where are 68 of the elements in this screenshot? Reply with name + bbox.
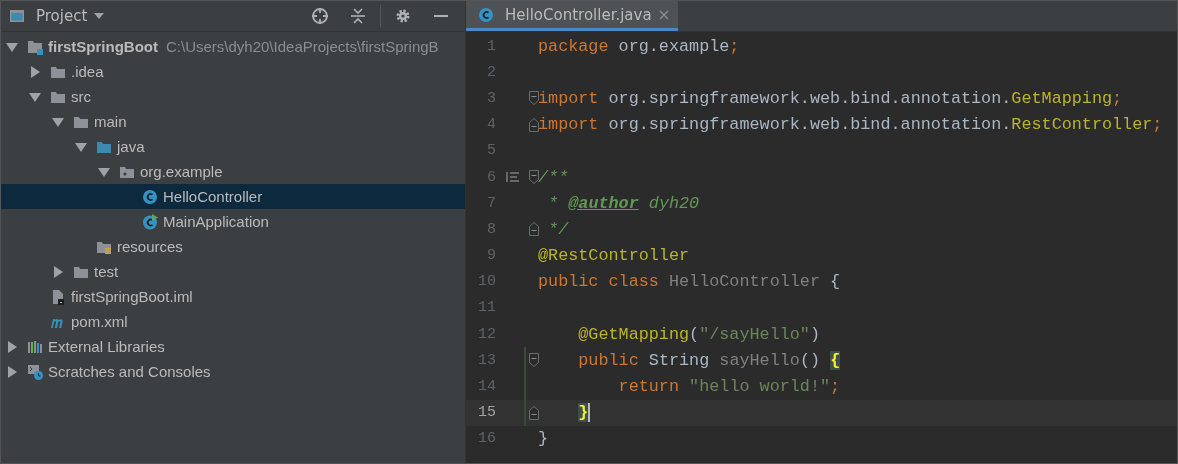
line-number: 16 [477,430,496,448]
dropdown-caret-icon[interactable] [93,12,106,20]
fold-icon[interactable] [529,222,539,237]
tree-item[interactable]: main [1,109,465,134]
tree-item[interactable]: firstSpringBoot.iml [1,284,465,309]
line-number: 13 [477,351,496,369]
code-line: @RestController [538,246,690,266]
collapsed-arrow-icon[interactable] [28,64,42,79]
fold-icon[interactable] [529,117,539,132]
scratches-icon [27,363,43,380]
tree-item[interactable]: resources [1,234,465,259]
panel-title[interactable]: Project [36,7,88,25]
close-icon[interactable] [657,8,670,21]
code-line: import org.springframework.web.bind.annotation.GetMapping; [538,88,1123,108]
code-line: return "hello world!"; [617,377,841,397]
code-line: } [538,429,549,449]
fold-icon[interactable] [529,170,539,185]
line-number: 8 [486,220,496,238]
line-number: 12 [477,325,496,343]
code-line: import org.springframework.web.bind.annotation.RestController; [538,115,1163,135]
fold-icon[interactable] [529,405,539,420]
tree-item[interactable]: Scratches and Consoles [1,359,465,384]
collapsed-arrow-icon[interactable] [5,339,19,354]
line-number: 7 [486,194,496,212]
fold-icon[interactable] [529,353,539,368]
tree-item[interactable]: firstSpringBoot C:\Users\dyh20\IdeaProjects\firstSpringB [1,34,465,59]
libraries-icon [27,338,43,355]
class-icon [478,6,494,23]
file-icon [50,288,66,305]
code-line: * @author dyh20 [547,193,700,213]
collapse-all-icon[interactable] [349,7,367,25]
code-line: @GetMapping("/sayHello") [577,324,820,344]
line-number: 5 [486,142,496,160]
line-number: 3 [486,89,496,107]
render-doc-icon[interactable] [506,171,520,184]
collapsed-arrow-icon[interactable] [51,264,65,279]
code-line: public class HelloController { [538,272,841,292]
code-line: package org.example; [538,36,740,56]
line-number: 10 [477,273,496,291]
editor-tab[interactable]: HelloController.java [466,1,678,31]
collapsed-arrow-icon[interactable] [5,364,19,379]
code-line: */ [547,219,569,239]
window-icon [9,8,25,24]
tree-item[interactable]: HelloController [1,184,465,209]
settings-icon[interactable] [394,7,412,25]
tree-item[interactable]: org.example [1,159,465,184]
code-line: /** [538,167,569,187]
tree-item[interactable]: External Libraries [1,334,465,359]
line-number: 9 [486,247,496,265]
code-line: public String sayHello() { [577,350,841,370]
line-number: 2 [486,63,496,81]
tree-item[interactable]: MainApplication [1,209,465,234]
line-number: 15 [477,404,496,422]
line-number: 1 [486,37,496,55]
tree-item[interactable]: pom.xml [1,309,465,334]
tree-item[interactable]: test [1,259,465,284]
tree-item[interactable]: java [1,134,465,159]
locate-target-icon[interactable] [311,7,329,25]
fold-icon[interactable] [529,91,539,106]
line-number: 14 [477,378,496,396]
line-number: 11 [477,299,496,317]
module-folder-icon [27,38,43,55]
line-number: 4 [486,116,496,134]
runnable-class-icon [142,213,158,230]
line-number: 6 [486,168,496,186]
tree-item[interactable]: src [1,84,465,109]
class-icon [142,188,158,205]
tree-item[interactable]: .idea [1,59,465,84]
